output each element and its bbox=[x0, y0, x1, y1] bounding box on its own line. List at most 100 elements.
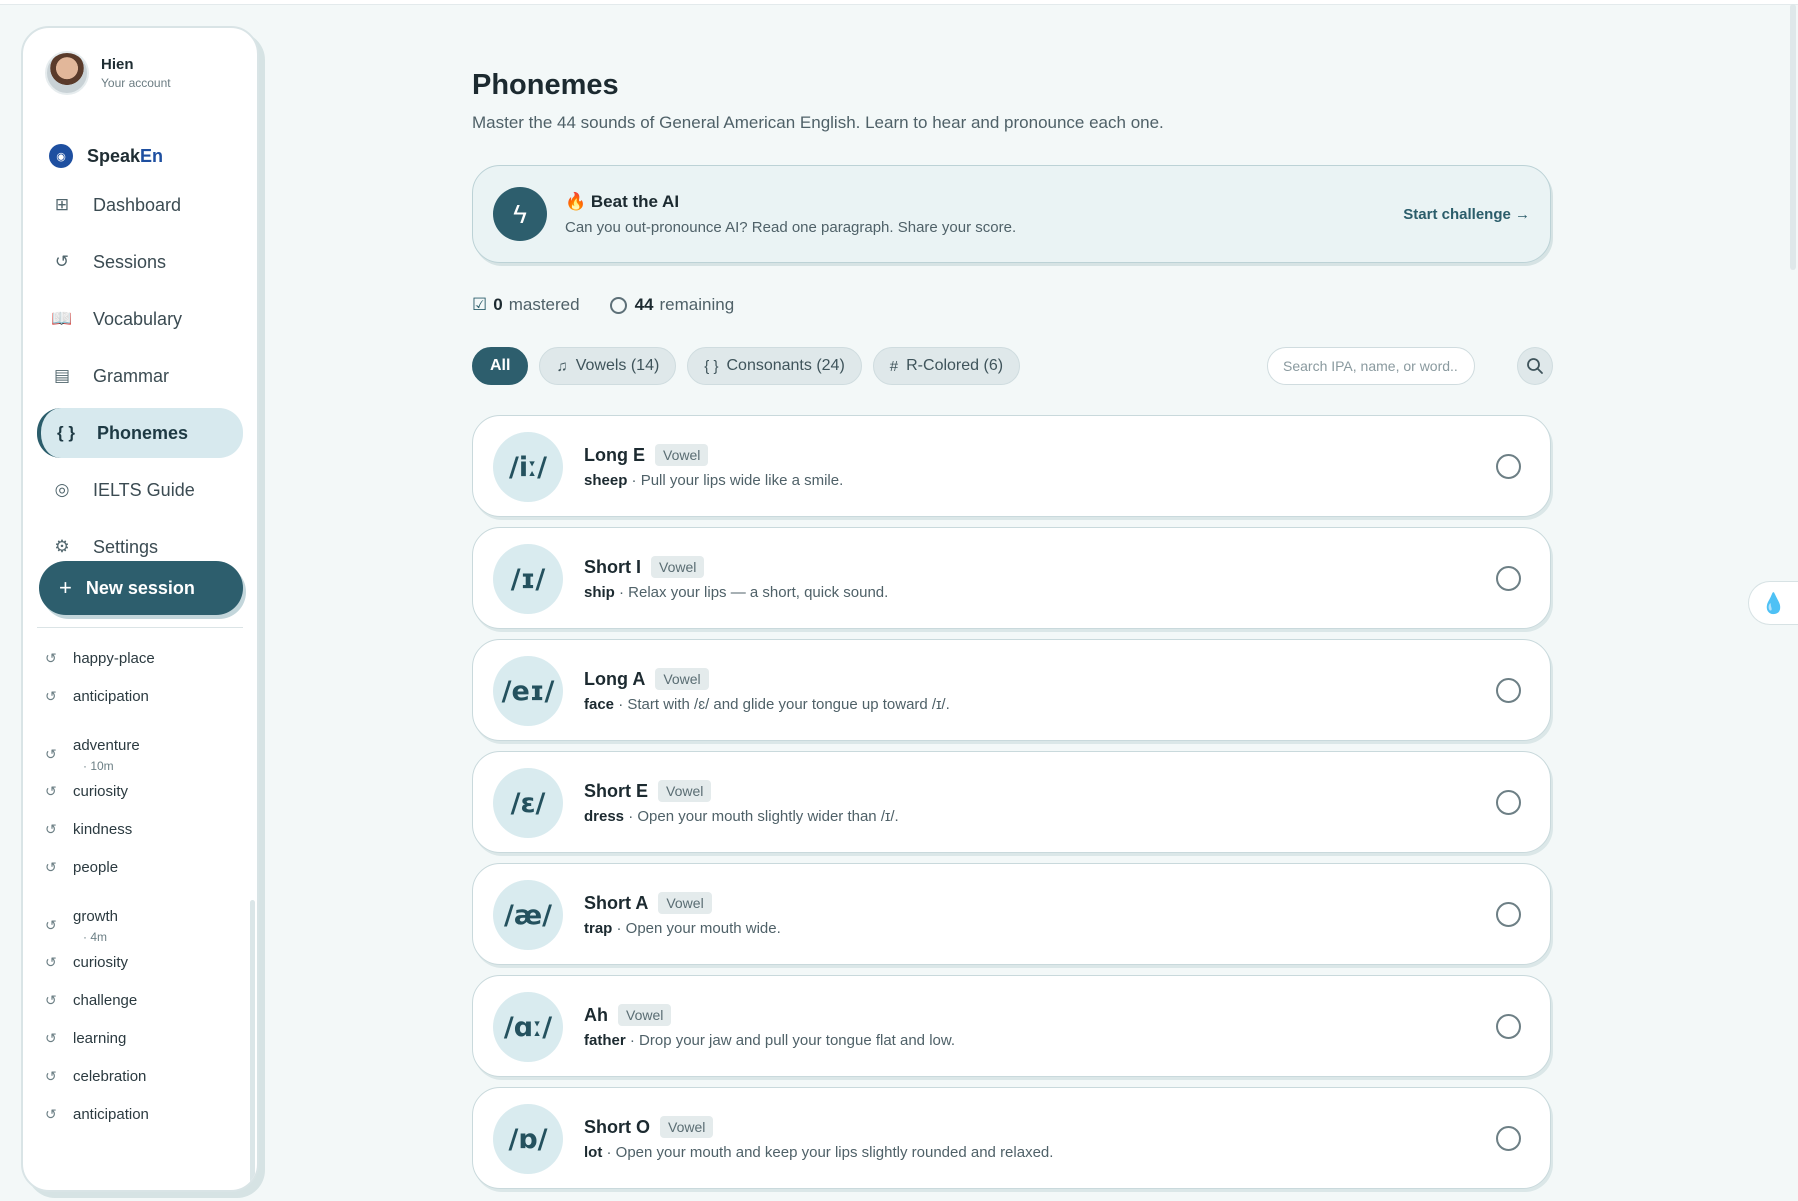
account-profile[interactable]: Hien Your account bbox=[45, 51, 171, 95]
history-icon: ↺ bbox=[45, 688, 57, 704]
challenge-title: 🔥 Beat the AI bbox=[565, 192, 680, 211]
history-item[interactable]: ↺ adventure · 10m bbox=[45, 726, 245, 783]
history-item[interactable]: ↺ learning bbox=[45, 1030, 245, 1068]
history-item[interactable]: ↺ curiosity bbox=[45, 954, 245, 992]
brand-name: SpeakEn bbox=[87, 145, 164, 166]
example-word: sheep bbox=[584, 472, 628, 489]
sidebar-scrollbar[interactable] bbox=[250, 900, 255, 1190]
history-item[interactable]: ↺ anticipation bbox=[45, 1106, 245, 1144]
example-word: dress bbox=[584, 808, 625, 825]
mastered-checkbox[interactable] bbox=[1496, 1126, 1521, 1151]
new-session-button[interactable]: + New session bbox=[39, 561, 243, 615]
example-word: father bbox=[584, 1032, 626, 1049]
phoneme-description: dress · Open your mouth slightly wider t… bbox=[584, 808, 899, 825]
braces-icon: { } bbox=[704, 357, 719, 375]
phoneme-name: Long A bbox=[584, 668, 646, 689]
sidebar-item-vocabulary[interactable]: 📖 Vocabulary bbox=[37, 294, 243, 344]
phoneme-card[interactable]: /eɪ/Long A Vowel face · Start with /ɛ/ and… bbox=[472, 639, 1551, 741]
history-icon: ↺ bbox=[45, 650, 57, 666]
phoneme-title: Long E Vowel bbox=[584, 444, 709, 466]
search-icon bbox=[1527, 358, 1543, 374]
mastered-checkbox[interactable] bbox=[1496, 454, 1521, 479]
pronunciation-tip: · Start with /ɛ/ and glide your tongue u… bbox=[614, 696, 950, 713]
phoneme-description: trap · Open your mouth wide. bbox=[584, 920, 781, 937]
filter-tab-r-colored[interactable]: # R-Colored (6) bbox=[872, 347, 1021, 385]
challenge-description: Can you out-pronounce AI? Read one parag… bbox=[565, 219, 1017, 236]
example-word: lot bbox=[584, 1144, 603, 1161]
phoneme-card[interactable]: /ɛ/Short E Vowel dress · Open your mouth s… bbox=[472, 751, 1551, 853]
history-item[interactable]: ↺ anticipation bbox=[45, 688, 245, 726]
filter-tab-all[interactable]: All bbox=[472, 347, 529, 385]
history-item-label: growth bbox=[73, 907, 119, 925]
phoneme-name: Short I bbox=[584, 556, 641, 577]
sidebar-item-ielts-guide[interactable]: ◎ IELTS Guide bbox=[37, 465, 243, 515]
search-button[interactable] bbox=[1517, 347, 1553, 385]
ipa-symbol: /iː/ bbox=[493, 432, 563, 502]
session-history-list: ↺ happy-place ↺ anticipation ↺ adventure · 10m… bbox=[45, 650, 245, 1144]
phoneme-name: Long E bbox=[584, 444, 645, 465]
sidebar-item-grammar[interactable]: ▤ Grammar bbox=[37, 351, 243, 401]
target-icon: ◎ bbox=[54, 480, 70, 499]
sidebar-item-sessions[interactable]: ↺ Sessions bbox=[37, 237, 243, 287]
phoneme-type-badge: Vowel bbox=[658, 892, 712, 914]
history-item[interactable]: ↺ growth · 4m bbox=[45, 897, 245, 954]
history-item[interactable]: ↺ people bbox=[45, 859, 245, 897]
history-icon: ↺ bbox=[45, 992, 57, 1008]
phoneme-card[interactable]: /iː/Long E Vowel sheep · Pull your lips wi… bbox=[472, 415, 1551, 517]
pronunciation-tip: · Open your mouth and keep your lips sli… bbox=[602, 1144, 1054, 1161]
history-item-label: challenge bbox=[73, 992, 138, 1009]
phoneme-type-badge: Vowel bbox=[660, 1116, 714, 1138]
sidebar-item-label: Sessions bbox=[93, 251, 167, 272]
phoneme-name: Ah bbox=[584, 1004, 608, 1025]
phoneme-card[interactable]: /ɪ/Short I Vowel ship · Relax your lips — … bbox=[472, 527, 1551, 629]
phoneme-type-badge: Vowel bbox=[655, 668, 709, 690]
sidebar-item-phonemes[interactable]: { } Phonemes bbox=[37, 408, 243, 458]
mastered-checkbox[interactable] bbox=[1496, 902, 1521, 927]
history-item-label: learning bbox=[73, 1030, 127, 1047]
filter-tab-vowels[interactable]: ♫ Vowels (14) bbox=[539, 347, 677, 385]
circle-icon bbox=[609, 296, 627, 314]
mastered-checkbox[interactable] bbox=[1496, 678, 1521, 703]
history-item[interactable]: ↺ kindness bbox=[45, 821, 245, 859]
history-icon: ↺ bbox=[54, 252, 70, 271]
window-top-edge bbox=[0, 0, 1798, 5]
phoneme-name: Short E bbox=[584, 780, 649, 801]
phoneme-card[interactable]: /ɑː/Ah Vowel father · Drop your jaw and pu… bbox=[472, 975, 1551, 1077]
ipa-symbol: /eɪ/ bbox=[493, 656, 563, 726]
remaining-count: 44 bbox=[634, 295, 654, 314]
sidebar-item-label: IELTS Guide bbox=[93, 479, 195, 500]
start-challenge-link[interactable]: Start challenge → bbox=[1403, 206, 1530, 223]
progress-stats: ☑ 0 mastered 44 remaining bbox=[472, 295, 734, 315]
sidebar-divider bbox=[37, 627, 243, 628]
history-icon: ↺ bbox=[45, 746, 57, 762]
beat-the-ai-banner: ϟ 🔥 Beat the AI Can you out-pronounce AI… bbox=[472, 165, 1551, 263]
history-item[interactable]: ↺ happy-place bbox=[45, 650, 245, 688]
brand[interactable]: ◉ SpeakEn bbox=[49, 144, 163, 168]
history-item[interactable]: ↺ celebration bbox=[45, 1068, 245, 1106]
filter-tabs: All ♫ Vowels (14) { } Consonants (24) # R-Colo… bbox=[472, 347, 1031, 385]
history-item-duration: · 10m bbox=[83, 758, 114, 773]
ipa-symbol: /ɒ/ bbox=[493, 1104, 563, 1174]
history-item[interactable]: ↺ challenge bbox=[45, 992, 245, 1030]
phoneme-name: Short A bbox=[584, 892, 649, 913]
sidebar-item-dashboard[interactable]: ⊞ Dashboard bbox=[37, 180, 243, 230]
new-session-label: New session bbox=[85, 577, 195, 598]
mastered-checkbox[interactable] bbox=[1496, 566, 1521, 591]
phoneme-type-badge: Vowel bbox=[655, 444, 709, 466]
history-item-duration: · 4m bbox=[83, 929, 107, 944]
mastered-checkbox[interactable] bbox=[1496, 790, 1521, 815]
page-scrollbar[interactable] bbox=[1790, 4, 1796, 270]
avatar bbox=[45, 51, 89, 95]
history-item-label: celebration bbox=[73, 1068, 147, 1085]
notebook-icon: ▤ bbox=[53, 366, 71, 385]
history-item[interactable]: ↺ curiosity bbox=[45, 783, 245, 821]
filter-tab-consonants[interactable]: { } Consonants (24) bbox=[687, 347, 862, 385]
assistant-droplet-button[interactable]: 💧 bbox=[1748, 581, 1798, 625]
phoneme-card[interactable]: /ɒ/Short O Vowel lot · Open your mouth and… bbox=[472, 1087, 1551, 1189]
history-icon: ↺ bbox=[45, 783, 57, 799]
search-input[interactable] bbox=[1267, 347, 1475, 385]
phoneme-type-badge: Vowel bbox=[658, 780, 712, 802]
phoneme-card[interactable]: /æ/Short A Vowel trap · Open your mouth wi… bbox=[472, 863, 1551, 965]
mastered-count: 0 bbox=[493, 295, 503, 314]
mastered-checkbox[interactable] bbox=[1496, 1014, 1521, 1039]
